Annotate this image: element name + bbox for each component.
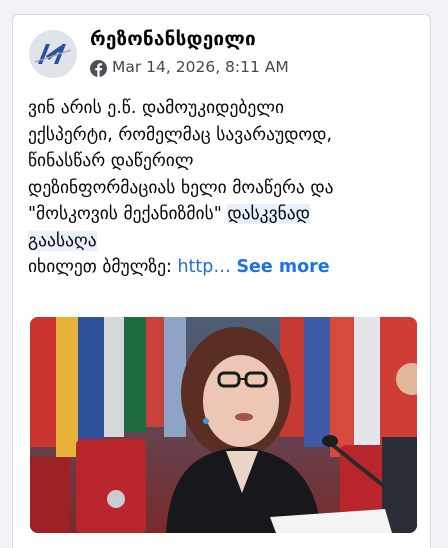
highlighted-text: დასკვნად	[227, 204, 310, 224]
see-more-button[interactable]: See more	[236, 257, 329, 277]
post-header: რეზონანსდეილი Mar 14, 2026, 8:11 AM	[29, 28, 419, 80]
post-photo[interactable]	[30, 317, 417, 533]
post-card: რეზონანსდეილი Mar 14, 2026, 8:11 AM ვინ …	[12, 14, 431, 548]
watch-label: იხილეთ ბმულზე:	[28, 257, 178, 277]
facebook-icon	[90, 60, 107, 77]
rezonansi-logo-icon	[29, 30, 77, 78]
post-text-line: "მოსკოვის მექანიზმის" დასკვნად	[28, 201, 420, 228]
post-text-line: გაასაღა	[28, 228, 420, 255]
page-avatar[interactable]	[29, 30, 77, 78]
post-text-line: დეზინფორმაციას ხელი მოაწერა და	[28, 177, 334, 198]
post-text-line: ექსპერტი, რომელმაც სავარაუდოდ,	[28, 124, 333, 145]
post-timestamp[interactable]: Mar 14, 2026, 8:11 AM	[112, 58, 289, 76]
post-text-line: წინასწარ დაწერილ	[28, 151, 194, 171]
post-text: ვინ არის ე.წ. დამოუკიდებელი ექსპერტი, რო…	[28, 95, 420, 281]
post-text-quote: "მოსკოვის მექანიზმის"	[28, 204, 222, 224]
post-text-line: ვინ არის ე.წ. დამოუკიდებელი	[28, 98, 285, 118]
highlighted-text: გაასაღა	[28, 230, 97, 251]
page-name[interactable]: რეზონანსდეილი	[90, 28, 256, 50]
post-link[interactable]: http…	[177, 257, 230, 277]
photo-image	[30, 317, 417, 533]
post-text-line: იხილეთ ბმულზე: http… See more	[28, 254, 420, 281]
